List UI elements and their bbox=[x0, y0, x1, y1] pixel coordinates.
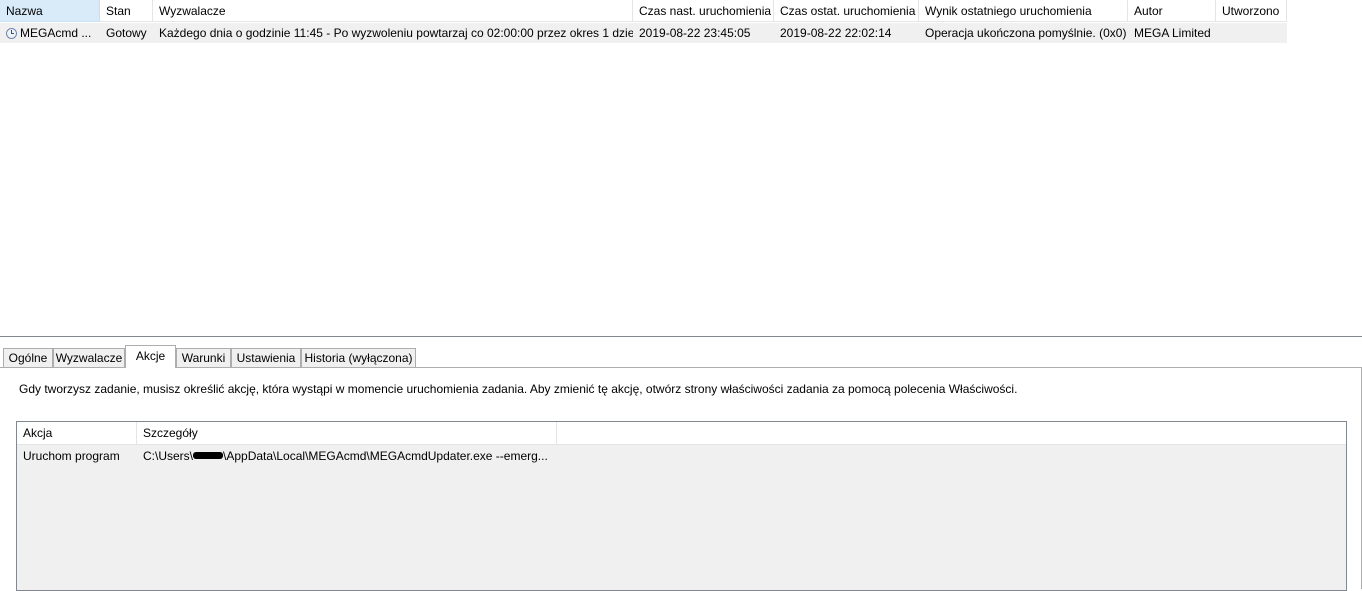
column-header-author[interactable]: Autor bbox=[1128, 0, 1216, 22]
tab-strip: Ogólne Wyzwalacze Akcje Warunki Ustawien… bbox=[0, 344, 1362, 368]
column-header-details[interactable]: Szczegóły bbox=[137, 422, 557, 444]
tab-general[interactable]: Ogólne bbox=[3, 348, 53, 367]
action-details-prefix: C:\Users\ bbox=[143, 449, 194, 463]
pane-splitter[interactable] bbox=[0, 336, 1362, 337]
task-created bbox=[1216, 23, 1287, 43]
tab-history[interactable]: Historia (wyłączona) bbox=[301, 348, 416, 367]
task-name-cell: MEGAcmd ... bbox=[0, 23, 100, 43]
tab-triggers[interactable]: Wyzwalacze bbox=[53, 348, 125, 367]
column-header-status[interactable]: Stan bbox=[100, 0, 153, 22]
table-row[interactable]: MEGAcmd ... Gotowy Każdego dnia o godzin… bbox=[0, 23, 1287, 43]
task-list[interactable]: Nazwa Stan Wyzwalacze Czas nast. uruchom… bbox=[0, 0, 1362, 337]
action-details-suffix: \AppData\Local\MEGAcmd\MEGAcmdUpdater.ex… bbox=[223, 449, 548, 463]
task-last-run: 2019-08-22 22:02:14 bbox=[780, 26, 892, 40]
clock-icon bbox=[6, 28, 17, 39]
tab-actions[interactable]: Akcje bbox=[125, 345, 176, 368]
task-status: Gotowy bbox=[106, 26, 147, 40]
column-header-next-run[interactable]: Czas nast. uruchomienia bbox=[633, 0, 774, 22]
task-list-header: Nazwa Stan Wyzwalacze Czas nast. uruchom… bbox=[0, 0, 1287, 22]
column-header-action[interactable]: Akcja bbox=[17, 422, 137, 444]
column-header-last-run[interactable]: Czas ostat. uruchomienia bbox=[774, 0, 919, 22]
actions-table[interactable]: Akcja Szczegóły Uruchom program C:\Users… bbox=[16, 421, 1347, 591]
task-triggers: Każdego dnia o godzinie 11:45 - Po wyzwo… bbox=[159, 26, 633, 40]
table-row[interactable]: Uruchom program C:\Users\ \AppData\Local\… bbox=[17, 446, 557, 466]
task-author: MEGA Limited bbox=[1134, 26, 1211, 40]
column-header-triggers[interactable]: Wyzwalacze bbox=[153, 0, 633, 22]
tab-conditions[interactable]: Warunki bbox=[176, 348, 231, 367]
action-type: Uruchom program bbox=[23, 449, 120, 463]
column-header-last-result[interactable]: Wynik ostatniego uruchomienia bbox=[919, 0, 1128, 22]
task-name: MEGAcmd ... bbox=[20, 26, 92, 40]
task-last-result: Operacja ukończona pomyślnie. (0x0) bbox=[925, 26, 1127, 40]
actions-table-header: Akcja Szczegóły bbox=[17, 422, 1346, 445]
column-header-created[interactable]: Utworzono bbox=[1216, 0, 1287, 22]
actions-tab-page: Gdy tworzysz zadanie, musisz określić ak… bbox=[0, 368, 1362, 591]
tab-settings[interactable]: Ustawienia bbox=[231, 348, 301, 367]
redacted-username bbox=[193, 452, 224, 459]
column-header-name[interactable]: Nazwa bbox=[0, 0, 100, 22]
actions-description: Gdy tworzysz zadanie, musisz określić ak… bbox=[19, 382, 1018, 396]
action-details: C:\Users\ \AppData\Local\MEGAcmd\MEGAcmdU… bbox=[137, 446, 557, 466]
task-next-run: 2019-08-22 23:45:05 bbox=[639, 26, 751, 40]
